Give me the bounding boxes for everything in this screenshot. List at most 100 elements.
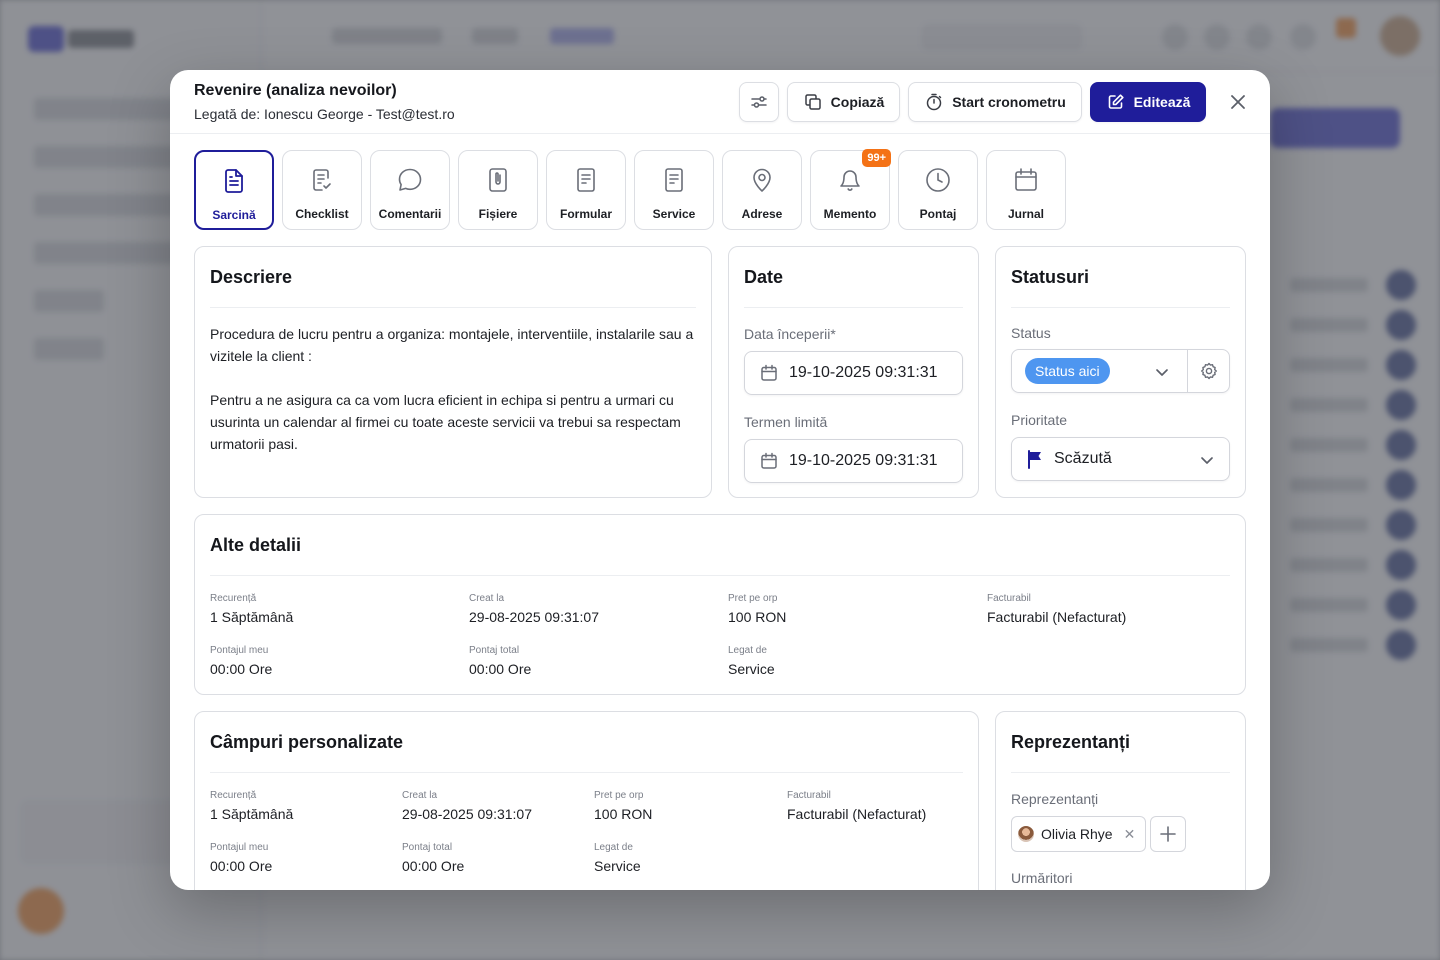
modal-subtitle: Legată de: Ionescu George - Test@test.ro: [194, 106, 455, 122]
statuses-title: Statusuri: [1011, 267, 1090, 287]
checklist-icon: [313, 169, 331, 191]
status-settings-button[interactable]: [1187, 350, 1230, 392]
field-value: 00:00 Ore: [210, 661, 273, 677]
edit-button-label: Editează: [1133, 94, 1191, 110]
deadline-label: Termen limită: [744, 414, 828, 430]
tab-label: Fișiere: [478, 207, 518, 221]
close-icon: [1231, 95, 1245, 109]
field-label: Facturabil: [787, 790, 831, 801]
tab-comentarii[interactable]: Comentarii: [370, 150, 450, 230]
tab-pontaj[interactable]: Pontaj: [898, 150, 978, 230]
status-label: Status: [1011, 325, 1051, 341]
start-timer-label: Start cronometru: [952, 94, 1066, 110]
tab-sarcina[interactable]: Sarcină: [194, 150, 274, 230]
custom-fields-title: Câmpuri personalizate: [210, 732, 404, 752]
description-body: Procedura de lucru pentru a organiza: mo…: [210, 323, 700, 455]
field-label: Pret pe orp: [594, 790, 644, 801]
representatives-card: Reprezentanți Reprezentanți Olivia Rhye …: [995, 711, 1246, 890]
tab-adrese[interactable]: Adrese: [722, 150, 802, 230]
dates-title: Date: [744, 267, 784, 287]
priority-value: Scăzută: [1054, 450, 1112, 467]
priority-label: Prioritate: [1011, 412, 1068, 428]
tab-label: Adrese: [741, 207, 783, 221]
field-value: Facturabil (Nefacturat): [787, 806, 927, 822]
plus-icon: [1160, 826, 1176, 842]
field-value: Facturabil (Nefacturat): [987, 609, 1127, 625]
tab-fisiere[interactable]: Fișiere: [458, 150, 538, 230]
bell-icon: [840, 170, 860, 191]
statuses-card: Statusuri Status Status aici Prioritate …: [995, 246, 1246, 498]
tab-memento[interactable]: Memento 99+: [810, 149, 891, 230]
divider: [210, 575, 1230, 576]
start-timer-button[interactable]: Start cronometru: [908, 82, 1082, 122]
tab-label: Jurnal: [1007, 207, 1044, 221]
avatar: [1018, 826, 1034, 842]
deadline-value: 19-10-2025 09:31:31: [789, 452, 938, 469]
status-select[interactable]: Status aici: [1011, 349, 1230, 393]
notification-count-badge: 99+: [862, 149, 891, 167]
clock-icon: [926, 168, 950, 192]
representative-name: Olivia Rhye: [1041, 826, 1113, 842]
modal-header: Revenire (analiza nevoilor) Legată de: I…: [170, 70, 1270, 134]
field-label: Pret pe orp: [728, 593, 778, 604]
divider: [1011, 307, 1230, 308]
field-value: Service: [728, 661, 775, 677]
remove-icon[interactable]: ✕: [1124, 826, 1136, 843]
tab-formular[interactable]: Formular: [546, 150, 626, 230]
tab-label: Service: [652, 207, 696, 221]
edit-button[interactable]: Editează: [1090, 82, 1206, 122]
copy-button-label: Copiază: [830, 94, 885, 110]
field-value: 1 Săptămână: [210, 609, 294, 625]
divider: [1011, 772, 1230, 773]
task-modal: Revenire (analiza nevoilor) Legată de: I…: [170, 70, 1270, 890]
field-label: Creat la: [402, 790, 438, 801]
modal-title: Revenire (analiza nevoilor): [194, 82, 397, 99]
divider: [210, 772, 963, 773]
required-asterisk: *: [830, 326, 836, 342]
field-label: Pontajul meu: [210, 645, 269, 656]
description-paragraph: Procedura de lucru pentru a organiza: mo…: [210, 326, 694, 364]
priority-select[interactable]: Scăzută: [1011, 437, 1230, 481]
edit-pencil-icon: [1108, 94, 1124, 109]
field-value: 29-08-2025 09:31:07: [469, 609, 599, 625]
calendar-icon: [761, 364, 777, 381]
close-modal-button[interactable]: [1224, 88, 1252, 116]
tab-label: Checklist: [295, 207, 349, 221]
comment-bubble-icon: [398, 168, 422, 191]
chevron-down-icon: [1156, 369, 1168, 376]
tab-label: Pontaj: [919, 207, 957, 221]
description-title: Descriere: [210, 267, 293, 287]
tab-label: Formular: [559, 207, 612, 221]
map-pin-icon: [753, 168, 771, 192]
calendar-icon: [1015, 168, 1037, 191]
field-label: Pontajul meu: [210, 842, 269, 853]
settings-sliders-button[interactable]: [739, 82, 779, 122]
tab-checklist[interactable]: Checklist: [282, 150, 362, 230]
followers-label: Urmăritori: [1011, 870, 1073, 886]
divider: [744, 307, 963, 308]
tab-label: Comentarii: [378, 207, 442, 221]
service-doc-icon: [665, 168, 683, 192]
start-date-value: 19-10-2025 09:31:31: [789, 364, 938, 381]
start-date-input[interactable]: 19-10-2025 09:31:31: [744, 351, 963, 395]
field-value: Service: [594, 858, 641, 874]
copy-icon: [804, 94, 821, 110]
description-paragraph: Pentru a ne asigura ca ca vom lucra efic…: [210, 392, 681, 452]
deadline-input[interactable]: 19-10-2025 09:31:31: [744, 439, 963, 483]
copy-button[interactable]: Copiază: [787, 82, 900, 122]
representatives-title: Reprezentanți: [1011, 732, 1131, 752]
flag-icon: [1028, 450, 1041, 469]
description-card: Descriere Procedura de lucru pentru a or…: [194, 246, 712, 498]
other-details-title: Alte detalii: [210, 535, 302, 555]
tab-service[interactable]: Service: [634, 150, 714, 230]
chevron-down-icon: [1201, 457, 1213, 464]
dates-card: Date Data începerii* 19-10-2025 09:31:31…: [728, 246, 979, 498]
representative-chip[interactable]: Olivia Rhye ✕: [1011, 816, 1147, 852]
task-doc-icon: [225, 169, 243, 193]
add-representative-button[interactable]: [1150, 816, 1186, 852]
field-label: Pontaj total: [402, 842, 453, 853]
tab-jurnal[interactable]: Jurnal: [986, 150, 1066, 230]
start-date-label: Data începerii*: [744, 326, 836, 342]
custom-fields-card: Câmpuri personalizate Recurență 1 Săptăm…: [194, 711, 979, 890]
field-value: 29-08-2025 09:31:07: [402, 806, 532, 822]
